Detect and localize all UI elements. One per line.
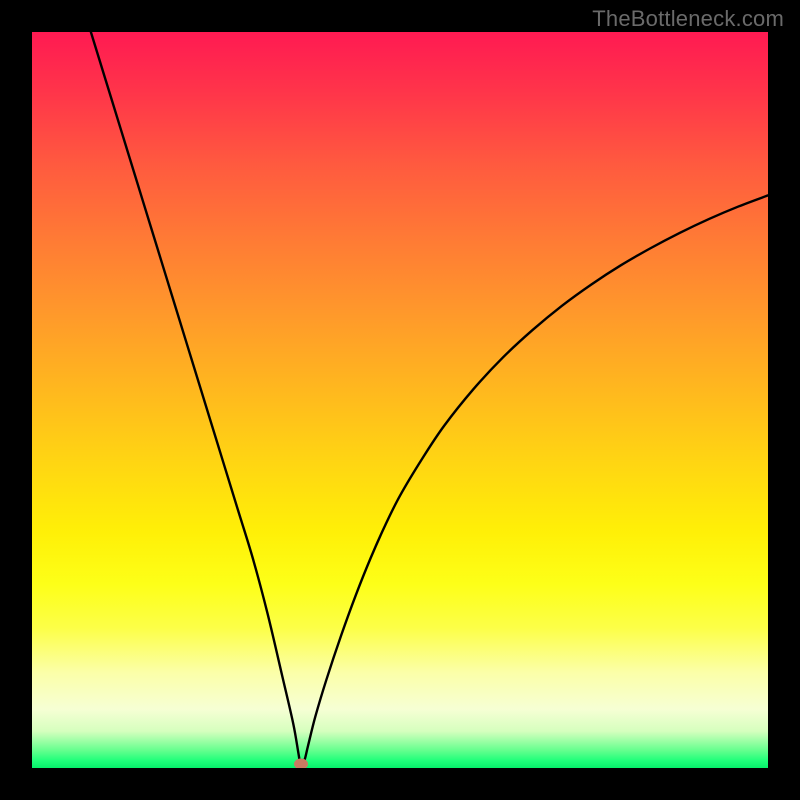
chart-minimum-marker (294, 759, 308, 768)
chart-plot-area (32, 32, 768, 768)
chart-curve (32, 32, 768, 768)
watermark-text: TheBottleneck.com (592, 6, 784, 32)
